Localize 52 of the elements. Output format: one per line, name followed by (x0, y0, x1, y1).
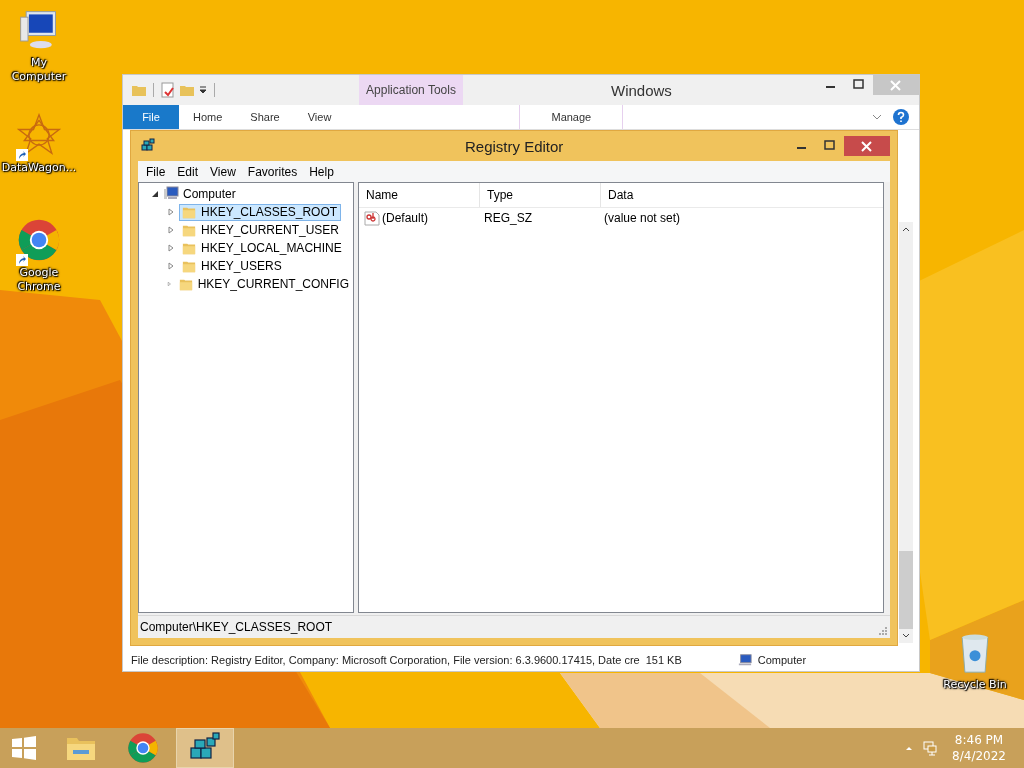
ribbon-tab[interactable]: View (293, 105, 346, 129)
column-header[interactable]: Type (480, 183, 601, 207)
menu-item[interactable]: Help (303, 164, 340, 179)
status-path: Computer\HKEY_CLASSES_ROOT (140, 620, 333, 634)
ribbon-tab[interactable]: Home (179, 105, 237, 129)
resize-grip-icon[interactable] (878, 626, 888, 636)
status-location: Computer (757, 654, 807, 666)
column-header[interactable]: Name (359, 183, 480, 207)
star-icon[interactable] (17, 113, 61, 157)
help-icon[interactable] (893, 109, 909, 125)
window-title: Windows (611, 82, 672, 99)
status-size: 151 KB (645, 654, 682, 666)
table-cell-text: (value not set) (603, 211, 682, 225)
folder-icon (181, 223, 197, 237)
window-title: Registry Editor (465, 138, 564, 155)
status-text: File description: Registry Editor, Company: Microsoft Corporation, File version: 6.3.9600.17415, Date cre (131, 654, 640, 666)
computer-icon (163, 186, 179, 202)
tree-item[interactable]: HKEY_CURRENT_USER (179, 221, 344, 239)
table-cell[interactable]: (Default) (382, 211, 428, 225)
tree-item[interactable]: HKEY_USERS (179, 257, 286, 275)
table-cell-text: REG_SZ (483, 211, 533, 225)
close-button[interactable] (844, 136, 890, 156)
ribbon-tab[interactable]: Manage (519, 105, 624, 129)
network-icon[interactable] (922, 740, 939, 756)
folder-icon (181, 259, 197, 273)
start-button[interactable] (10, 734, 38, 762)
ribbon-tab[interactable]: File (123, 105, 179, 129)
properties-icon[interactable] (160, 82, 176, 98)
contextual-tab-group: Application Tools (359, 75, 463, 105)
folder-icon (177, 277, 194, 291)
tree-item[interactable]: HKEY_CURRENT_CONFIG (175, 275, 353, 293)
chrome-icon[interactable] (17, 218, 61, 262)
tree-item[interactable]: HKEY_LOCAL_MACHINE (179, 239, 346, 257)
registry-icon (140, 138, 156, 154)
menu-item[interactable]: Edit (171, 164, 205, 179)
string-value-icon (364, 210, 380, 226)
dropdown-icon[interactable] (198, 85, 208, 95)
column-header[interactable]: Data (601, 183, 883, 207)
scroll-thumb[interactable] (899, 551, 913, 629)
taskbar-button[interactable] (176, 728, 234, 768)
chrome-icon (127, 732, 159, 764)
menu-item[interactable]: File (140, 164, 172, 179)
menu-item[interactable]: Favorites (241, 164, 304, 179)
menu-item[interactable]: View (204, 164, 242, 179)
scrollbar[interactable] (899, 222, 913, 643)
tree-item[interactable]: Computer (181, 187, 238, 201)
ribbon-tab[interactable]: Share (236, 105, 294, 129)
folder-icon (181, 205, 197, 219)
tree-item[interactable]: HKEY_CLASSES_ROOT (179, 203, 342, 221)
computer-icon (737, 653, 752, 667)
expander-icon[interactable] (151, 190, 159, 198)
folder-icon (181, 241, 197, 255)
